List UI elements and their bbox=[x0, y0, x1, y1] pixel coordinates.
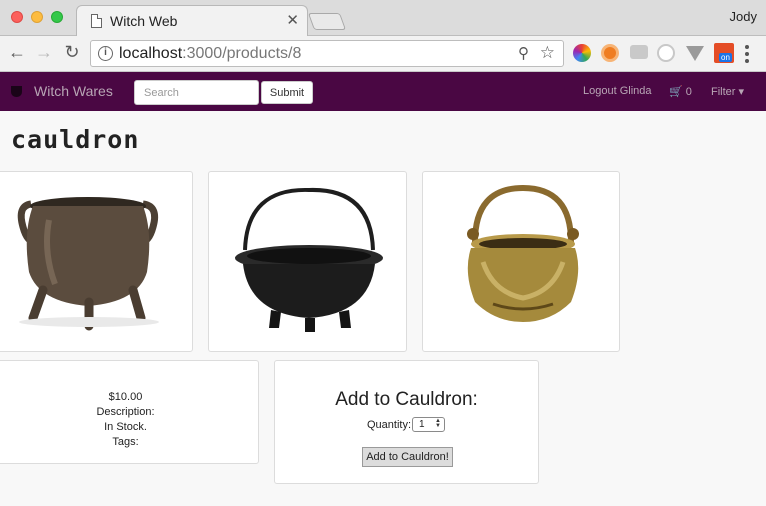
quantity-label: Quantity: bbox=[367, 419, 412, 431]
cauldron-icon bbox=[11, 86, 22, 97]
search-input[interactable] bbox=[134, 80, 259, 105]
product-image-card bbox=[0, 171, 193, 352]
color-wheel-extension-icon[interactable] bbox=[573, 44, 591, 62]
profile-name[interactable]: Jody bbox=[730, 9, 757, 24]
logout-link[interactable]: Logout Glinda bbox=[583, 85, 652, 97]
tab-title: Witch Web bbox=[110, 13, 178, 29]
cart-link[interactable]: 🛒 0 bbox=[669, 85, 692, 98]
product-image bbox=[17, 197, 159, 331]
product-tags: Tags: bbox=[112, 436, 139, 448]
forward-icon[interactable]: → bbox=[33, 42, 55, 63]
url-text[interactable]: localhost:3000/products/8 bbox=[119, 45, 301, 63]
browser-tab-bar: Witch Web ✕ Jody bbox=[0, 0, 766, 36]
brand-link[interactable]: Witch Wares bbox=[34, 83, 113, 99]
product-image-card bbox=[422, 171, 620, 352]
star-icon[interactable]: ☆ bbox=[540, 43, 555, 63]
product-price: $10.00 bbox=[108, 391, 143, 403]
product-info-card: $10.00 Description: In Stock. Tags: bbox=[0, 360, 259, 464]
lifebuoy-extension-icon[interactable] bbox=[601, 44, 619, 62]
camera-extension-icon[interactable] bbox=[630, 45, 648, 59]
page-content: cauldron $10.00 Description: In Stock. T… bbox=[0, 111, 766, 506]
new-tab-button[interactable] bbox=[307, 13, 347, 30]
cart-count: 0 bbox=[685, 86, 692, 98]
browser-tab[interactable]: Witch Web ✕ bbox=[76, 5, 308, 36]
menu-icon[interactable] bbox=[745, 45, 749, 63]
page-icon bbox=[91, 14, 102, 28]
cart-icon: 🛒 bbox=[669, 86, 683, 98]
product-image bbox=[467, 184, 579, 322]
page-title: cauldron bbox=[11, 125, 140, 154]
product-image bbox=[235, 187, 383, 332]
info-icon[interactable]: i bbox=[98, 46, 113, 61]
maximize-window-button[interactable] bbox=[51, 11, 63, 23]
product-image-card bbox=[208, 171, 407, 352]
reload-icon[interactable]: ↻ bbox=[61, 42, 83, 63]
vue-extension-icon[interactable] bbox=[686, 46, 704, 61]
add-to-cart-panel: Add to Cauldron: Quantity: 1 ▲ ▼ Add to C… bbox=[274, 360, 539, 484]
stepper-arrows-icon[interactable]: ▲ ▼ bbox=[435, 418, 441, 429]
add-panel-title: Add to Cauldron: bbox=[335, 389, 478, 410]
close-window-button[interactable] bbox=[11, 11, 23, 23]
product-stock: In Stock. bbox=[104, 421, 147, 433]
site-navbar: Witch Wares Submit Logout Glinda 🛒 0 Fil… bbox=[0, 72, 766, 111]
circle-extension-icon[interactable] bbox=[657, 44, 675, 62]
address-bar[interactable]: i localhost:3000/products/8 ⚲ ☆ bbox=[90, 40, 564, 67]
back-icon[interactable]: ← bbox=[6, 42, 28, 63]
zoom-icon[interactable]: ⚲ bbox=[518, 44, 529, 62]
extension-badge: on bbox=[719, 53, 732, 62]
minimize-window-button[interactable] bbox=[31, 11, 43, 23]
filter-dropdown[interactable]: Filter ▾ bbox=[711, 85, 744, 98]
submit-button[interactable]: Submit bbox=[261, 81, 313, 104]
browser-toolbar: ← → ↻ i localhost:3000/products/8 ⚲ ☆ on bbox=[0, 36, 766, 72]
quantity-select[interactable]: 1 ▲ ▼ bbox=[412, 417, 445, 432]
add-to-cauldron-button[interactable]: Add to Cauldron! bbox=[362, 447, 453, 467]
close-tab-icon[interactable]: ✕ bbox=[286, 11, 299, 29]
product-description: Description: bbox=[96, 406, 155, 418]
